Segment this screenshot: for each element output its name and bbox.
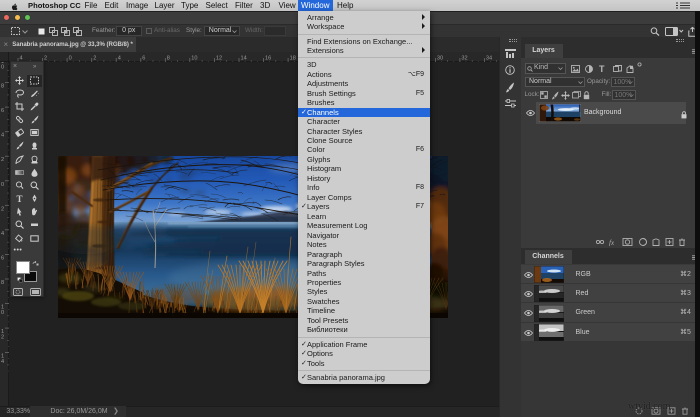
svg-text:2: 2 <box>1 335 4 341</box>
svg-text:0: 0 <box>1 310 4 316</box>
svg-text:18: 18 <box>290 56 296 62</box>
svg-text:T: T <box>16 194 22 203</box>
svg-text:2: 2 <box>1 206 4 212</box>
svg-text:32: 32 <box>461 56 467 62</box>
svg-text:4: 4 <box>1 359 4 365</box>
svg-text:6: 6 <box>1 255 4 261</box>
svg-text:16: 16 <box>265 56 271 62</box>
svg-text:4: 4 <box>1 133 4 139</box>
svg-text:8: 8 <box>1 280 4 286</box>
svg-text:2: 2 <box>1 157 4 163</box>
svg-text:0: 0 <box>1 65 4 71</box>
svg-text:34: 34 <box>486 56 492 62</box>
svg-text:14: 14 <box>241 56 247 62</box>
svg-text:10: 10 <box>191 56 197 62</box>
svg-text:0: 0 <box>69 56 72 62</box>
svg-text:12: 12 <box>216 56 222 62</box>
svg-text:30: 30 <box>437 56 443 62</box>
svg-text:2: 2 <box>93 56 96 62</box>
svg-text:6: 6 <box>142 56 145 62</box>
svg-text:4: 4 <box>1 231 4 237</box>
svg-text:8: 8 <box>167 56 170 62</box>
svg-text:fx: fx <box>609 239 615 246</box>
svg-text:8: 8 <box>1 84 4 90</box>
svg-text:6: 6 <box>1 108 4 114</box>
svg-text:4: 4 <box>118 56 121 62</box>
svg-text:0: 0 <box>1 182 4 188</box>
svg-text:2: 2 <box>44 56 47 62</box>
